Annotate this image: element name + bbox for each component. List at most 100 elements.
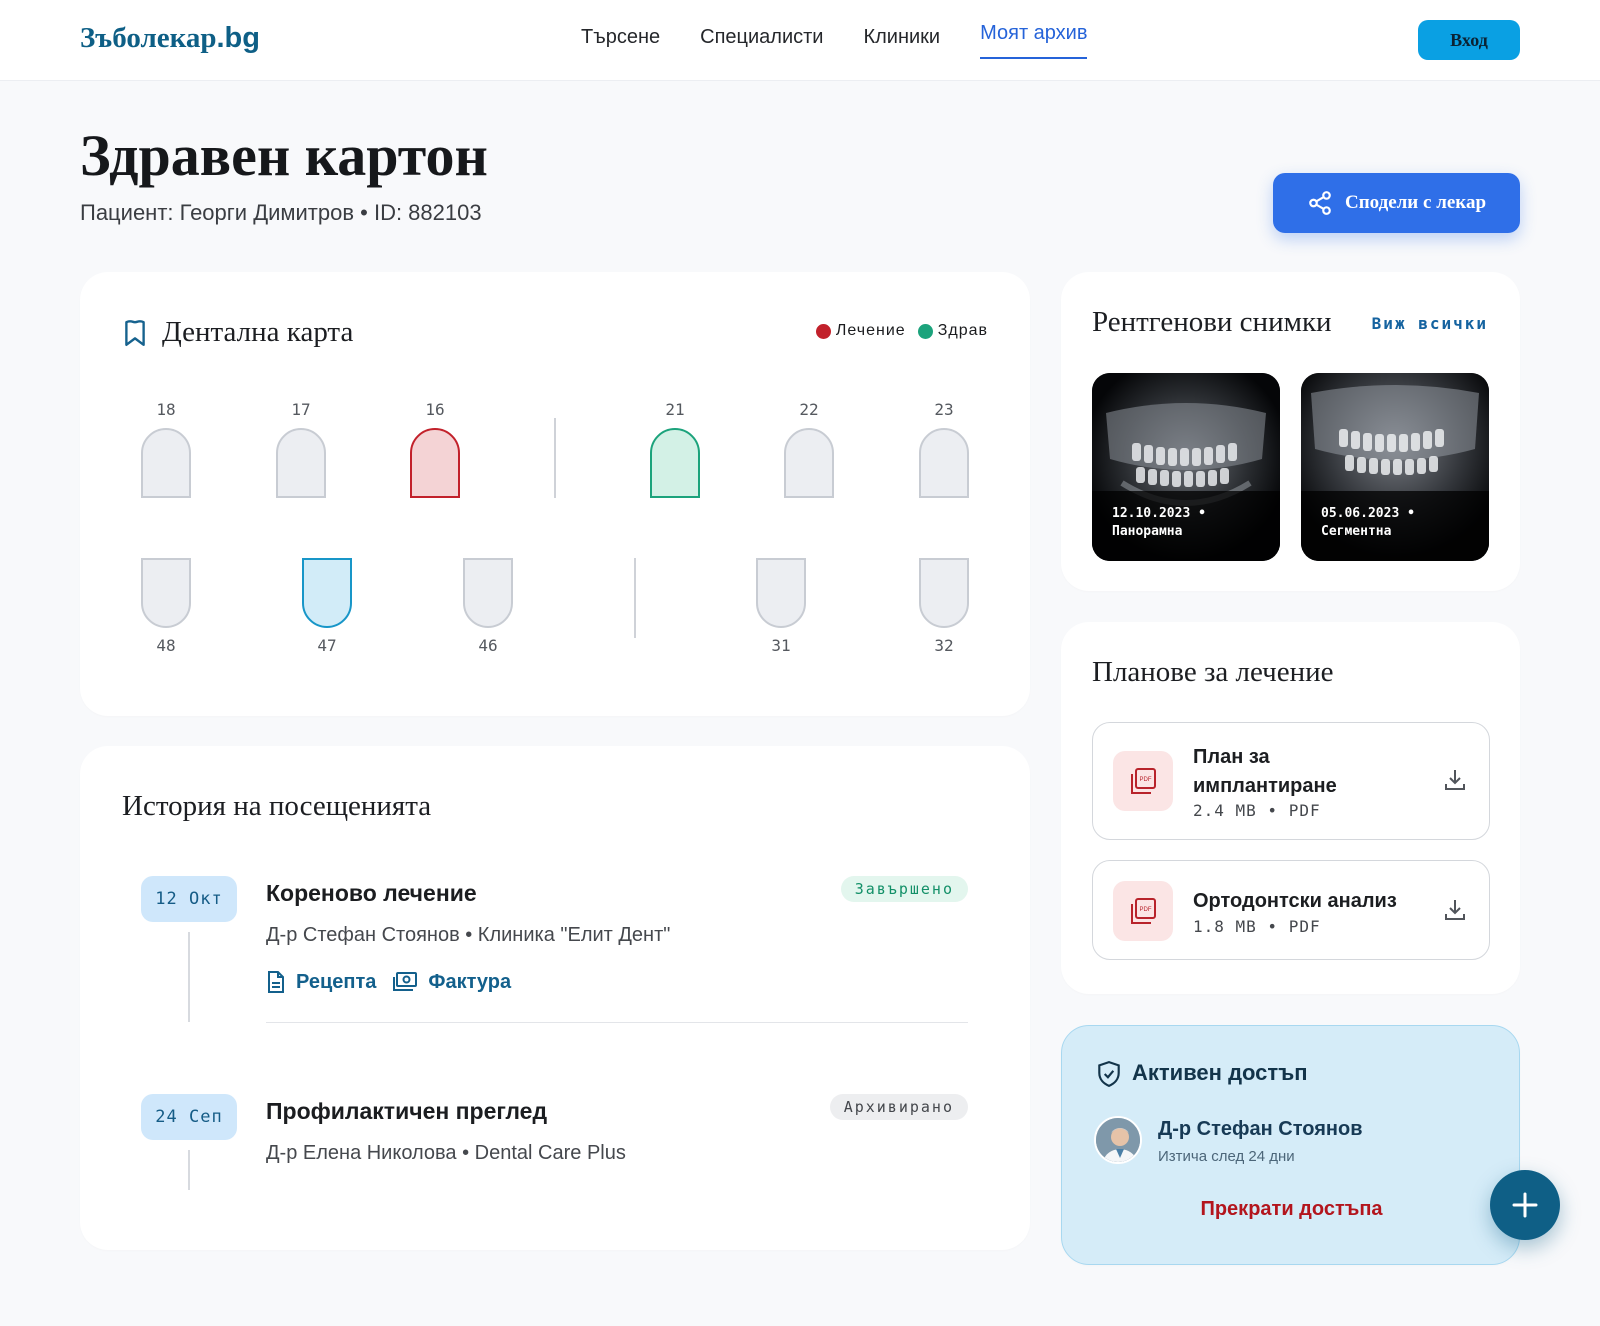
tooth-23[interactable] xyxy=(919,428,969,498)
tooth-21[interactable] xyxy=(650,428,700,498)
main-nav: Търсене Специалисти Клиники Моят архив xyxy=(581,22,1088,59)
visit-date: 12 Окт xyxy=(141,876,237,922)
xrays-title: Рентгенови снимки xyxy=(1092,306,1332,338)
tooth-number: 48 xyxy=(156,636,176,655)
plan-item[interactable]: PDF План за имплантиране 2.4 MB • PDF xyxy=(1092,722,1490,840)
nav-specialists[interactable]: Специалисти xyxy=(700,26,823,59)
nav-search[interactable]: Търсене xyxy=(581,26,660,59)
legend-treatment: Лечение xyxy=(815,322,906,340)
tooth-number: 32 xyxy=(934,636,954,655)
tooth-48[interactable] xyxy=(141,558,191,628)
visit-separator xyxy=(266,1022,968,1023)
midline-divider xyxy=(634,558,636,638)
status-badge: Архивирано xyxy=(829,1094,968,1120)
money-icon xyxy=(393,972,418,991)
tooth-32[interactable] xyxy=(919,558,969,628)
visit-history-title: История на посещенията xyxy=(122,790,432,822)
tooth-16[interactable] xyxy=(410,428,460,498)
document-icon xyxy=(268,971,284,993)
shield-check-icon xyxy=(1098,1061,1120,1088)
visit-title: Профилактичен преглед xyxy=(266,1098,548,1124)
download-icon[interactable] xyxy=(1443,897,1467,923)
tooth-46[interactable] xyxy=(463,558,513,628)
xray-caption: 05.06.2023 • Сегментна xyxy=(1321,505,1415,541)
visit-date: 24 Сеп xyxy=(141,1094,237,1140)
dental-chart-title: Дентална карта xyxy=(162,316,354,348)
tooth-47[interactable] xyxy=(302,558,352,628)
xray-thumbnail[interactable]: 05.06.2023 • Сегментна xyxy=(1301,373,1489,561)
prescription-link[interactable]: Рецепта xyxy=(266,970,376,994)
avatar xyxy=(1094,1116,1142,1164)
treatment-dot xyxy=(815,323,831,339)
plan-meta: 1.8 MB • PDF xyxy=(1193,917,1321,936)
tooth-18[interactable] xyxy=(141,428,191,498)
tooth-31[interactable] xyxy=(756,558,806,628)
top-navigation-bar: Зъболекар.bg Търсене Специалисти Клиники… xyxy=(0,0,1600,81)
xray-date: 12.10.2023 • xyxy=(1112,506,1206,521)
share-icon xyxy=(1309,191,1331,215)
tooth-number: 31 xyxy=(771,636,791,655)
tooth-number: 22 xyxy=(799,400,819,419)
download-icon[interactable] xyxy=(1443,767,1467,793)
legend-treatment-label: Лечение xyxy=(835,322,906,339)
tooth-number: 46 xyxy=(478,636,498,655)
xray-type: Панорамна xyxy=(1112,524,1183,539)
visit-details: Д-р Елена Николова • Dental Care Plus xyxy=(266,1142,626,1164)
xray-thumbnail[interactable]: 12.10.2023 • Панорамна xyxy=(1092,373,1280,561)
dental-chart-card: Дентална карта Лечение Здрав 18 17 16 21… xyxy=(80,272,1030,716)
revoke-access-button[interactable]: Прекрати достъпа xyxy=(1062,1198,1521,1221)
timeline-line xyxy=(188,1150,190,1190)
tooth-number: 47 xyxy=(317,636,337,655)
login-button[interactable]: Вход xyxy=(1418,20,1520,60)
svg-text:PDF: PDF xyxy=(1140,907,1152,913)
pdf-icon: PDF xyxy=(1113,751,1173,811)
visit-documents: Рецепта Фактура xyxy=(266,970,511,994)
tooth-22[interactable] xyxy=(784,428,834,498)
tooth-number: 17 xyxy=(291,400,311,419)
share-with-doctor-button[interactable]: Сподели с лекар xyxy=(1273,173,1520,233)
access-expiry: Изтича след 24 дни xyxy=(1158,1148,1295,1165)
logo-tld: .bg xyxy=(216,22,261,54)
page-title: Здравен картон xyxy=(80,123,488,188)
tooth-number: 21 xyxy=(665,400,685,419)
plan-name-line: имплантиране xyxy=(1193,775,1337,797)
svg-text:PDF: PDF xyxy=(1140,777,1152,783)
pdf-icon: PDF xyxy=(1113,881,1173,941)
tooth-number: 18 xyxy=(156,400,176,419)
legend-healthy: Здрав xyxy=(917,322,988,340)
site-logo[interactable]: Зъболекар.bg xyxy=(80,22,260,55)
nav-clinics[interactable]: Клиники xyxy=(863,26,940,59)
doctor-name: Д-р Стефан Стоянов xyxy=(1158,1118,1363,1140)
midline-divider xyxy=(554,418,556,498)
timeline-line xyxy=(188,932,190,1022)
plan-item[interactable]: PDF Ортодонтски анализ 1.8 MB • PDF xyxy=(1092,860,1490,960)
invoice-link[interactable]: Фактура xyxy=(392,971,511,994)
visit-title: Кореново лечение xyxy=(266,880,477,906)
view-all-link[interactable]: Виж всички xyxy=(1372,314,1488,333)
healthy-dot xyxy=(917,323,933,339)
add-button[interactable] xyxy=(1490,1170,1560,1240)
dental-chart-header: Дентална карта xyxy=(122,316,353,349)
xray-caption: 12.10.2023 • Панорамна xyxy=(1112,505,1206,541)
treatment-plans-card: Планове за лечение PDF План за имплантир… xyxy=(1061,622,1520,994)
tooth-number: 23 xyxy=(934,400,954,419)
visit-history-card: История на посещенията 12 Окт Кореново л… xyxy=(80,746,1030,1250)
plan-meta: 2.4 MB • PDF xyxy=(1193,801,1321,820)
xray-date: 05.06.2023 • xyxy=(1321,506,1415,521)
invoice-link-label: Фактура xyxy=(428,970,512,993)
nav-my-archive[interactable]: Моят архив xyxy=(980,22,1088,59)
status-badge: Завършено xyxy=(840,876,968,902)
plan-name-line: План за xyxy=(1193,746,1270,768)
tooth-icon xyxy=(125,319,145,346)
active-access-card: Активен достъп Д-р Стефан Стоянов Изтича… xyxy=(1061,1025,1520,1265)
plan-name: План за имплантиране xyxy=(1193,743,1337,801)
plan-name: Ортодонтски анализ xyxy=(1193,890,1397,912)
plus-icon xyxy=(1512,1192,1538,1218)
active-access-title: Активен достъп xyxy=(1132,1060,1308,1085)
patient-info: Пациент: Георги Димитров • ID: 882103 xyxy=(80,200,482,225)
dental-legend: Лечение Здрав xyxy=(815,322,988,340)
visit-details: Д-р Стефан Стоянов • Клиника "Елит Дент" xyxy=(266,924,671,946)
tooth-number: 16 xyxy=(425,400,445,419)
tooth-17[interactable] xyxy=(276,428,326,498)
xrays-card: Рентгенови снимки Виж всички 12.10.2023 … xyxy=(1061,272,1520,591)
